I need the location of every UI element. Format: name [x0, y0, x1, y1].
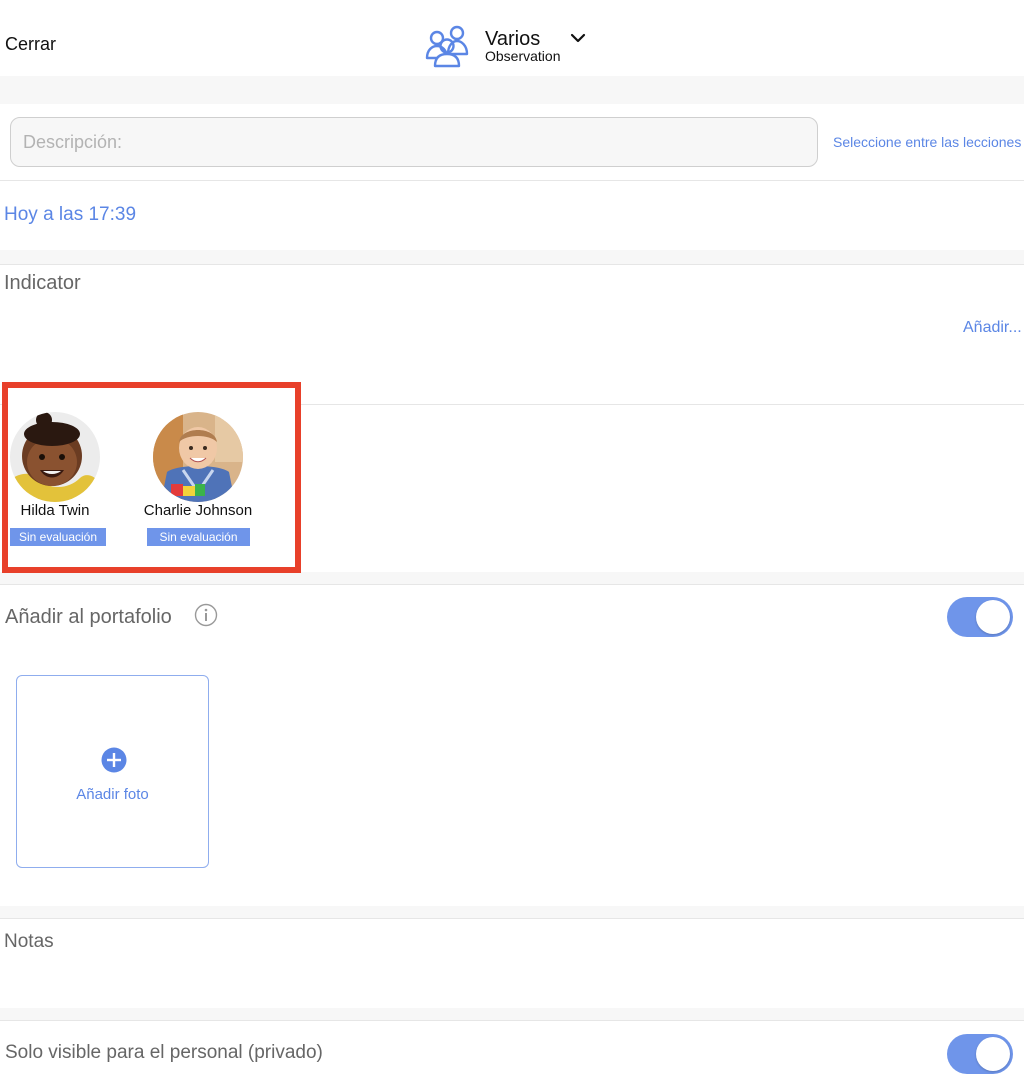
chevron-down-icon[interactable] [570, 30, 586, 46]
toggle-knob [976, 600, 1010, 634]
section-band [0, 906, 1024, 918]
portfolio-toggle[interactable] [947, 597, 1013, 637]
divider [0, 180, 1024, 181]
select-lessons-link[interactable]: Seleccione entre las lecciones [833, 134, 1021, 150]
plus-circle-icon [101, 747, 127, 773]
info-icon[interactable] [194, 603, 218, 627]
section-band [0, 1008, 1024, 1020]
divider [0, 1020, 1024, 1021]
header-subtitle: Observation [485, 48, 561, 64]
child-name: Charlie Johnson [143, 502, 253, 519]
evaluation-badge[interactable]: Sin evaluación [10, 528, 106, 546]
child-card[interactable]: Hilda Twin Sin evaluación [10, 412, 108, 552]
close-button[interactable]: Cerrar [5, 34, 56, 55]
child-avatar [153, 412, 243, 502]
section-band [0, 76, 1024, 104]
evaluation-badge[interactable]: Sin evaluación [147, 528, 250, 546]
indicator-label: Indicator [4, 272, 81, 294]
add-photo-button[interactable]: Añadir foto [16, 675, 209, 868]
date-time-link[interactable]: Hoy a las 17:39 [4, 204, 136, 226]
child-avatar [10, 412, 100, 502]
add-indicator-link[interactable]: Añadir... [963, 319, 1022, 337]
child-name: Hilda Twin [20, 502, 90, 519]
toggle-knob [976, 1037, 1010, 1071]
description-input[interactable] [10, 117, 818, 167]
private-visibility-label: Solo visible para el personal (privado) [5, 1042, 323, 1063]
notes-label[interactable]: Notas [4, 931, 54, 953]
divider [0, 584, 1024, 585]
section-band [0, 572, 1024, 584]
divider [0, 264, 1024, 265]
divider [0, 918, 1024, 919]
group-icon[interactable] [424, 24, 470, 68]
portfolio-label: Añadir al portafolio [5, 606, 172, 628]
add-photo-label: Añadir foto [76, 786, 149, 803]
child-card[interactable]: Charlie Johnson Sin evaluación [140, 412, 260, 552]
private-toggle[interactable] [947, 1034, 1013, 1074]
section-band [0, 250, 1024, 264]
